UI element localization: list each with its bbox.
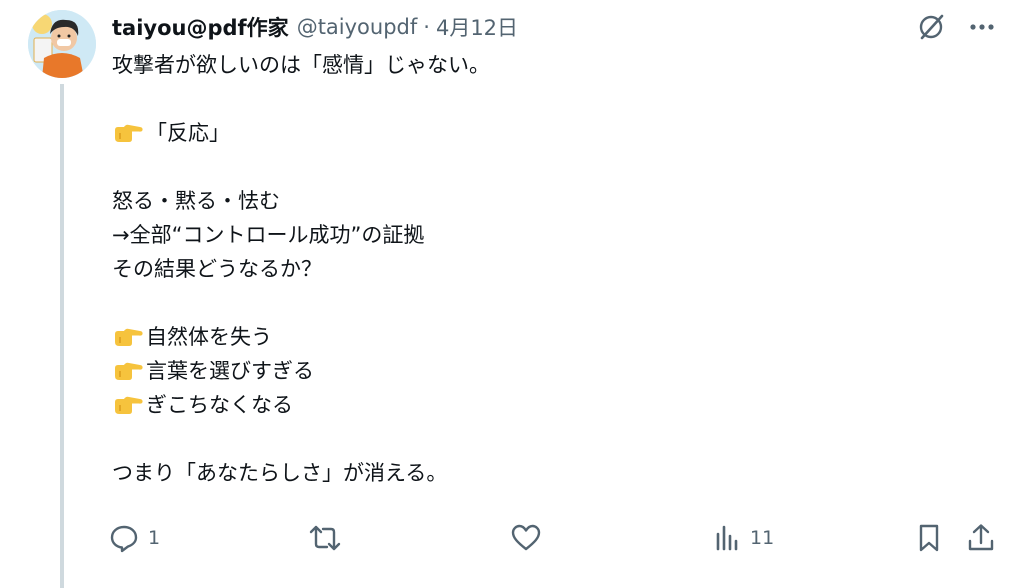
action-bar: 1 11 <box>108 518 998 558</box>
pointing-right-emoji-icon <box>112 121 144 155</box>
grok-icon[interactable] <box>916 12 946 42</box>
views-icon <box>712 523 742 553</box>
user-handle[interactable]: @taiyoupdf <box>297 15 418 39</box>
body-line: その結果どうなるか？ <box>112 252 972 286</box>
body-line: 怒る・黙る・怯む <box>112 184 972 218</box>
post-header: taiyou@pdf作家 @taiyoupdf · 4月12日 <box>112 12 518 42</box>
like-icon <box>510 522 542 554</box>
body-line: →全部“コントロール成功”の証拠 <box>112 218 972 252</box>
body-line-text: 怒る・黙る・怯む <box>112 189 280 213</box>
body-line-text: ぎこちなくなる <box>146 393 293 417</box>
post-date[interactable]: 4月12日 <box>436 12 518 42</box>
avatar[interactable] <box>28 10 96 78</box>
views-count: 11 <box>750 527 775 549</box>
bookmark-icon <box>914 522 944 554</box>
body-line-text: 言葉を選びすぎる <box>146 359 314 383</box>
body-line <box>112 422 972 456</box>
header-separator: · <box>423 15 430 39</box>
body-line <box>112 150 972 184</box>
share-button[interactable] <box>966 518 996 558</box>
body-line <box>112 286 972 320</box>
retweet-button[interactable] <box>308 518 350 558</box>
post-body: 攻撃者が欲しいのは「感情」じゃない。「反応」怒る・黙る・怯む →全部“コントロール… <box>112 48 972 490</box>
body-line: 自然体を失う <box>112 320 972 354</box>
like-button[interactable] <box>510 518 550 558</box>
more-icon[interactable] <box>968 13 996 41</box>
views-button[interactable]: 11 <box>712 518 774 558</box>
retweet-icon <box>308 522 342 554</box>
body-line: ぎこちなくなる <box>112 388 972 422</box>
pointing-right-emoji-icon <box>112 393 144 427</box>
body-line: つまり「あなたらしさ」が消える。 <box>112 456 972 490</box>
body-line-text: 攻撃者が欲しいのは「感情」じゃない。 <box>112 53 490 77</box>
reply-count: 1 <box>148 527 161 549</box>
body-line-text: →全部“コントロール成功”の証拠 <box>112 223 425 247</box>
body-line <box>112 82 972 116</box>
body-line: 言葉を選びすぎる <box>112 354 972 388</box>
body-line: 「反応」 <box>112 116 972 150</box>
bookmark-button[interactable] <box>914 518 944 558</box>
body-line-text: 「反応」 <box>146 121 230 145</box>
body-line-text: 自然体を失う <box>146 325 272 349</box>
thread-connector-line <box>60 84 64 588</box>
reply-icon <box>108 522 140 554</box>
body-line-text: その結果どうなるか？ <box>112 257 322 281</box>
reply-button[interactable]: 1 <box>108 518 160 558</box>
body-line: 攻撃者が欲しいのは「感情」じゃない。 <box>112 48 972 82</box>
share-icon <box>966 522 996 554</box>
display-name[interactable]: taiyou@pdf作家 <box>112 12 289 42</box>
top-actions <box>916 12 996 42</box>
body-line-text: つまり「あなたらしさ」が消える。 <box>112 461 448 485</box>
